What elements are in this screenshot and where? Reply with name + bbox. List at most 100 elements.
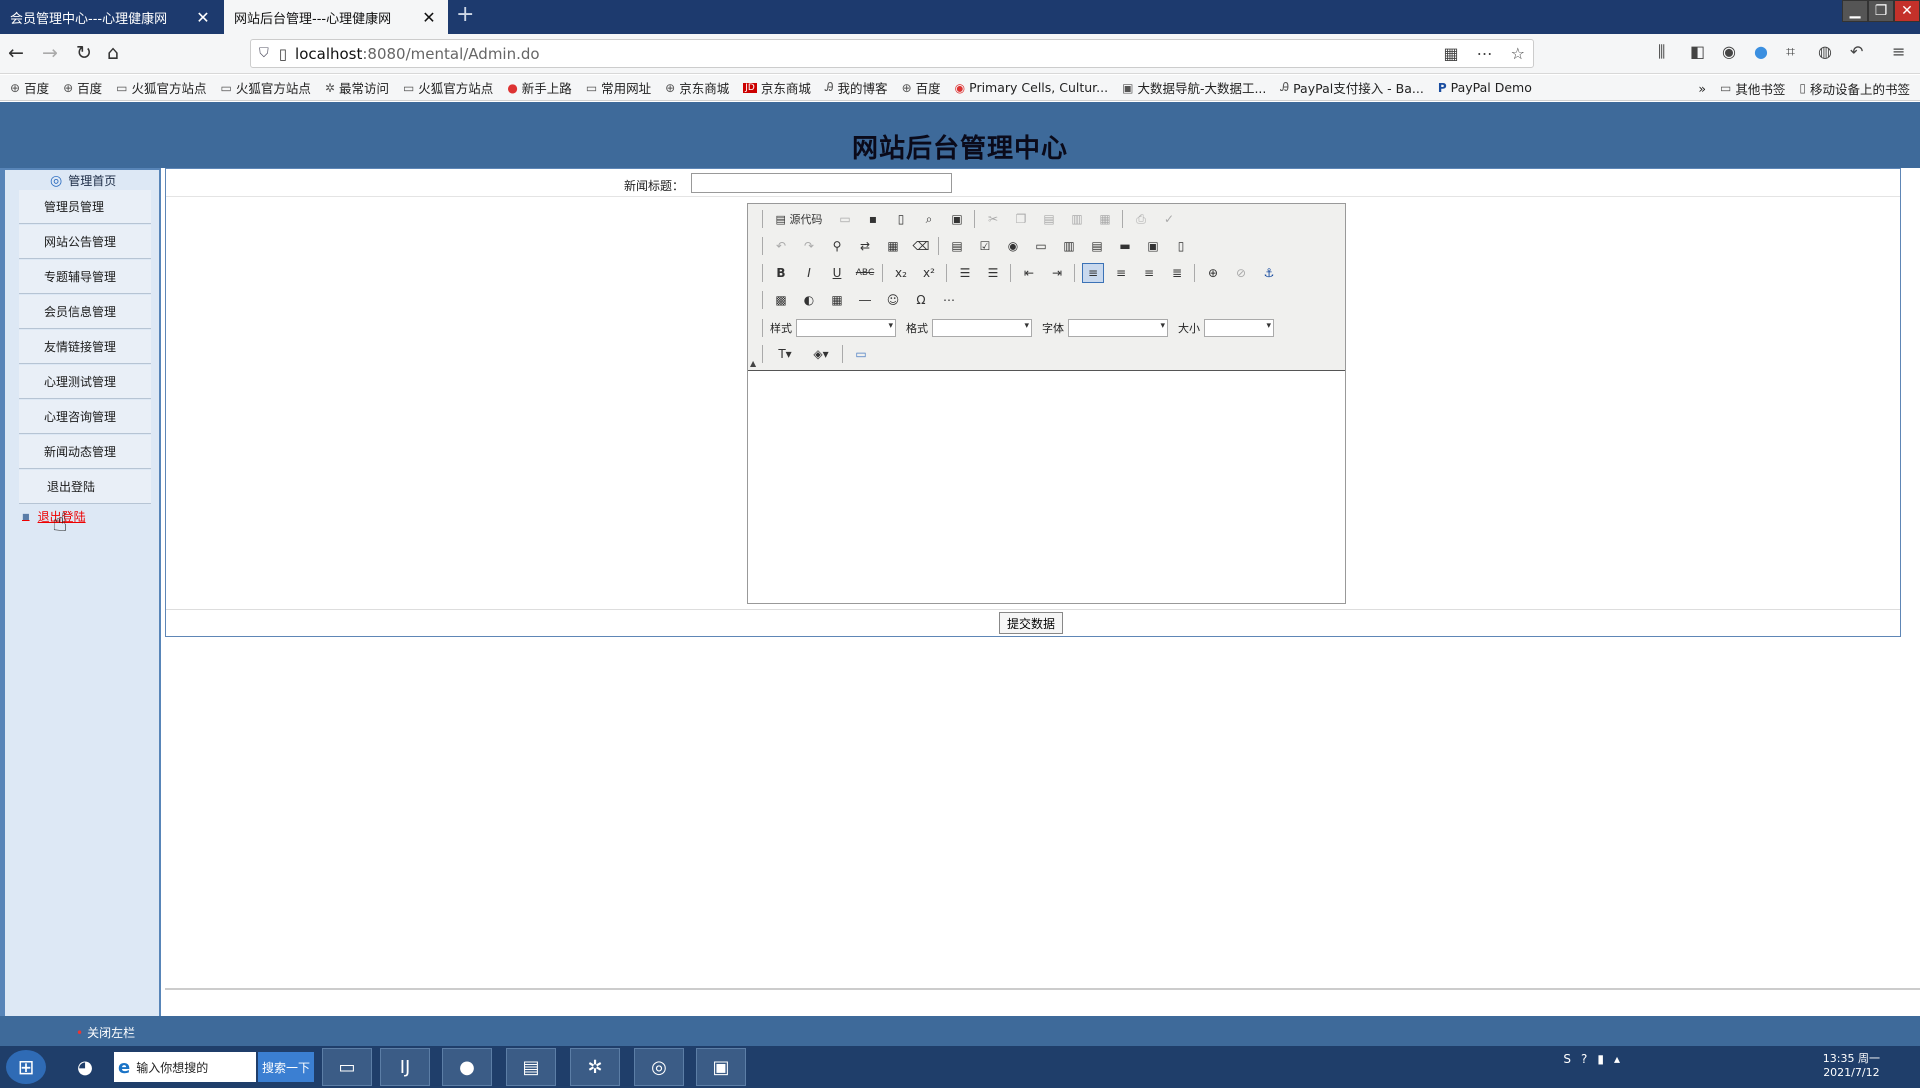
explorer-icon[interactable]: ▤: [506, 1048, 556, 1086]
close-sidebar-link[interactable]: 关闭左栏: [76, 1024, 135, 1041]
sidebar-item-test[interactable]: 心理测试管理: [19, 365, 151, 399]
image-icon[interactable]: ▩: [770, 290, 792, 310]
special-char-icon[interactable]: Ω: [910, 290, 932, 310]
network-icon[interactable]: ▮: [1597, 1052, 1604, 1066]
bookmark-item[interactable]: P PayPal Demo: [1438, 80, 1532, 95]
font-combo[interactable]: 字体: [1042, 319, 1168, 337]
folder-app-icon[interactable]: ▭: [322, 1048, 372, 1086]
undo-icon[interactable]: ↶: [1850, 42, 1863, 61]
account-icon[interactable]: ◉: [1722, 42, 1736, 61]
firefox-icon[interactable]: ●: [442, 1048, 492, 1086]
chat-icon[interactable]: ◍: [1818, 42, 1832, 61]
flash-icon[interactable]: ◐: [798, 290, 820, 310]
sidebar-item-consult[interactable]: 心理咨询管理: [19, 400, 151, 434]
copy-icon[interactable]: ❐: [1010, 209, 1032, 229]
bookmark-item[interactable]: ▭ 火狐官方站点: [116, 78, 206, 97]
save-as-icon[interactable]: ▭: [834, 209, 856, 229]
bookmark-star-icon[interactable]: ☆: [1511, 44, 1525, 63]
textfield-icon[interactable]: ▭: [1030, 236, 1052, 256]
library-icon[interactable]: ⫼: [1658, 42, 1665, 62]
replace-icon[interactable]: ⇄: [854, 236, 876, 256]
forward-icon[interactable]: →: [42, 42, 58, 64]
bookmark-item[interactable]: ▣ 大数据导航-大数据工...: [1122, 78, 1266, 97]
spellcheck-icon[interactable]: ✓: [1158, 209, 1180, 229]
maximize-icon[interactable]: ❐: [1868, 0, 1894, 22]
bookmark-item[interactable]: ✲ 最常访问: [325, 78, 389, 97]
anchor-icon[interactable]: ⚓: [1258, 263, 1280, 283]
radio-icon[interactable]: ◉: [1002, 236, 1024, 256]
bookmark-item[interactable]: ▭ 火狐官方站点: [221, 78, 311, 97]
bookmark-item[interactable]: JD 京东商城: [743, 78, 811, 97]
taskbar-clock[interactable]: 13:35 周一 2021/7/12: [1823, 1052, 1880, 1080]
bookmark-item[interactable]: Ꭿ 我的博客: [825, 78, 888, 97]
editor-content-area[interactable]: [748, 370, 1345, 603]
paste-text-icon[interactable]: ▥: [1066, 209, 1088, 229]
paste-icon[interactable]: ▤: [1038, 209, 1060, 229]
image-button-icon[interactable]: ▣: [1142, 236, 1164, 256]
globe-icon[interactable]: ●: [1754, 42, 1768, 61]
more-icon[interactable]: ⋯: [1477, 44, 1493, 63]
close-window-icon[interactable]: ✕: [1894, 0, 1920, 22]
sidebar-item-admin[interactable]: 管理员管理: [19, 190, 151, 224]
format-combo[interactable]: 格式: [906, 319, 1032, 337]
new-tab-button[interactable]: +: [456, 2, 474, 27]
table-icon[interactable]: ▦: [826, 290, 848, 310]
collapse-toolbar-icon[interactable]: ▲: [750, 359, 756, 368]
align-right-icon[interactable]: ≡: [1138, 263, 1160, 283]
sidebar-item-logout[interactable]: 退出登陆: [19, 470, 151, 504]
address-bar[interactable]: ⛉ ▯ localhost :8080/mental/Admin.do ▦ ⋯ …: [250, 39, 1534, 68]
sidebar-icon[interactable]: ◧: [1690, 42, 1705, 61]
justify-icon[interactable]: ≣: [1166, 263, 1188, 283]
input-method-icon[interactable]: S: [1563, 1052, 1571, 1066]
taskbar-search-input[interactable]: e 输入你想搜的: [114, 1052, 256, 1082]
format-select[interactable]: [932, 319, 1032, 337]
horizontal-rule-icon[interactable]: ―: [854, 290, 876, 310]
sidebar-item-topic[interactable]: 专题辅导管理: [19, 260, 151, 294]
bookmark-item[interactable]: ⊕ 百度: [10, 78, 49, 97]
cut-icon[interactable]: ✂: [982, 209, 1004, 229]
sidebar-item-news[interactable]: 新闻动态管理: [19, 435, 151, 469]
submit-button[interactable]: 提交数据: [999, 612, 1064, 634]
bookmark-item[interactable]: ▭ 其他书签: [1720, 79, 1785, 98]
align-left-icon[interactable]: ≡: [1082, 263, 1104, 283]
help-icon[interactable]: ?: [1581, 1052, 1587, 1066]
paste-word-icon[interactable]: ▦: [1094, 209, 1116, 229]
redo-icon[interactable]: ↷: [798, 236, 820, 256]
save-icon[interactable]: ▪: [862, 209, 884, 229]
terminal-icon[interactable]: ▣: [696, 1048, 746, 1086]
sidebar-item-notice[interactable]: 网站公告管理: [19, 225, 151, 259]
preview-icon[interactable]: ⌕: [918, 209, 940, 229]
outdent-icon[interactable]: ⇤: [1018, 263, 1040, 283]
text-color-icon[interactable]: T▾: [770, 344, 800, 364]
sidebar-item-member[interactable]: 会员信息管理: [19, 295, 151, 329]
tab-admin[interactable]: 网站后台管理---心理健康网 ✕: [224, 0, 448, 34]
overflow-chevron-icon[interactable]: »: [1698, 81, 1706, 96]
numbered-list-icon[interactable]: ☰: [954, 263, 976, 283]
tab-member-center[interactable]: 会员管理中心---心理健康网 ✕: [0, 0, 222, 34]
app-icon[interactable]: ◕: [60, 1048, 110, 1086]
print-icon[interactable]: ⎙: [1130, 209, 1152, 229]
select-field-icon[interactable]: ▤: [1086, 236, 1108, 256]
bullet-list-icon[interactable]: ☰: [982, 263, 1004, 283]
font-select[interactable]: [1068, 319, 1168, 337]
bookmark-item[interactable]: ▭ 常用网址: [586, 78, 651, 97]
page-break-icon[interactable]: ⋯: [938, 290, 960, 310]
close-icon[interactable]: ✕: [420, 8, 438, 27]
remove-format-icon[interactable]: ⌫: [910, 236, 932, 256]
source-code-button[interactable]: ▤ 源代码: [770, 209, 828, 229]
unlink-icon[interactable]: ⊘: [1230, 263, 1252, 283]
underline-icon[interactable]: U: [826, 263, 848, 283]
taskbar-search-button[interactable]: 搜索一下: [258, 1052, 314, 1082]
form-icon[interactable]: ▤: [946, 236, 968, 256]
qr-code-icon[interactable]: ▦: [1444, 44, 1459, 63]
minimize-icon[interactable]: ▁: [1842, 0, 1868, 22]
settings-app-icon[interactable]: ✲: [570, 1048, 620, 1086]
templates-icon[interactable]: ▣: [946, 209, 968, 229]
bookmark-item[interactable]: ▯ 移动设备上的书签: [1799, 79, 1910, 98]
tray-expand-icon[interactable]: ▴: [1614, 1052, 1620, 1066]
home-icon[interactable]: ⌂: [107, 42, 119, 64]
style-combo[interactable]: 样式: [770, 319, 896, 337]
indent-icon[interactable]: ⇥: [1046, 263, 1068, 283]
checkbox-icon[interactable]: ☑: [974, 236, 996, 256]
new-page-icon[interactable]: ▯: [890, 209, 912, 229]
